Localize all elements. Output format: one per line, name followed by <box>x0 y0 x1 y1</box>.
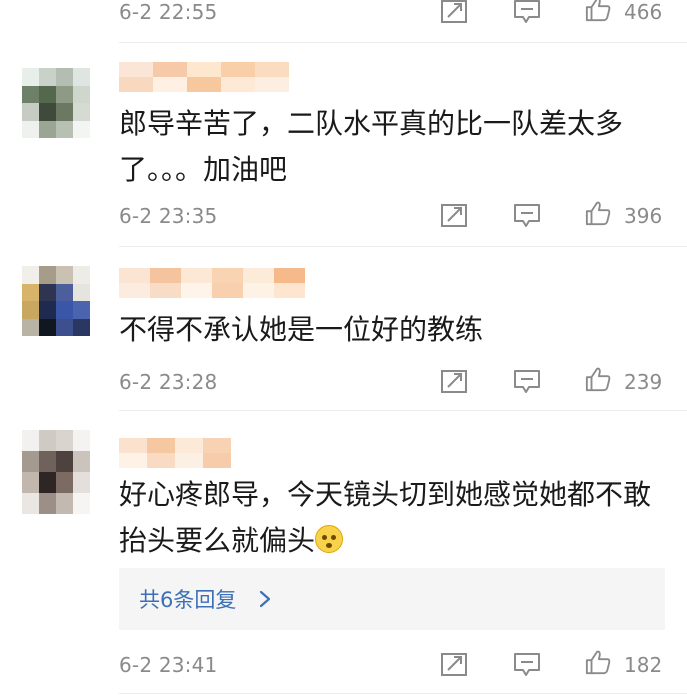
divider <box>119 410 687 411</box>
like-count: 239 <box>624 370 663 394</box>
divider <box>119 42 687 43</box>
comment-timestamp: 6-2 23:28 <box>119 370 218 394</box>
username[interactable] <box>119 62 289 92</box>
thumbs-up-icon[interactable] <box>583 200 613 226</box>
avatar[interactable] <box>22 68 90 138</box>
thumbs-up-icon[interactable] <box>583 649 613 675</box>
comment-icon[interactable] <box>512 0 542 24</box>
repost-icon[interactable] <box>440 202 470 228</box>
comment-text: 好心疼郎导，今天镜头切到她感觉她都不敢 抬头要么就偏头 <box>119 478 652 557</box>
repost-icon[interactable] <box>440 368 470 394</box>
comment-text: 不得不承认她是一位好的教练 <box>119 313 484 346</box>
chevron-right-icon <box>259 590 271 608</box>
comment-timestamp: 6-2 23:35 <box>119 204 218 228</box>
like-count: 182 <box>624 653 663 677</box>
comment-icon[interactable] <box>512 368 542 394</box>
reply-count-label: 共6条回复 <box>139 588 237 612</box>
divider <box>119 693 687 694</box>
repost-icon[interactable] <box>440 651 470 677</box>
flushed-face-emoji <box>315 525 344 553</box>
comment-icon[interactable] <box>512 202 542 228</box>
avatar[interactable] <box>22 266 90 336</box>
repost-icon[interactable] <box>440 0 470 24</box>
like-count: 396 <box>624 204 663 228</box>
comment-timestamp: 6-2 22:55 <box>119 0 218 24</box>
thumbs-up-icon[interactable] <box>583 366 613 392</box>
comment-text: 郎导辛苦了，二队水平真的比一队差太多 了。。。加油吧 <box>119 107 624 186</box>
comment-icon[interactable] <box>512 651 542 677</box>
username[interactable] <box>119 268 305 298</box>
reply-thread-link[interactable]: 共6条回复 <box>119 568 665 630</box>
username[interactable] <box>119 438 231 468</box>
comment-timestamp: 6-2 23:41 <box>119 653 218 677</box>
like-count: 466 <box>624 0 663 24</box>
thumbs-up-icon[interactable] <box>583 0 613 22</box>
avatar[interactable] <box>22 430 90 514</box>
divider <box>119 246 687 247</box>
